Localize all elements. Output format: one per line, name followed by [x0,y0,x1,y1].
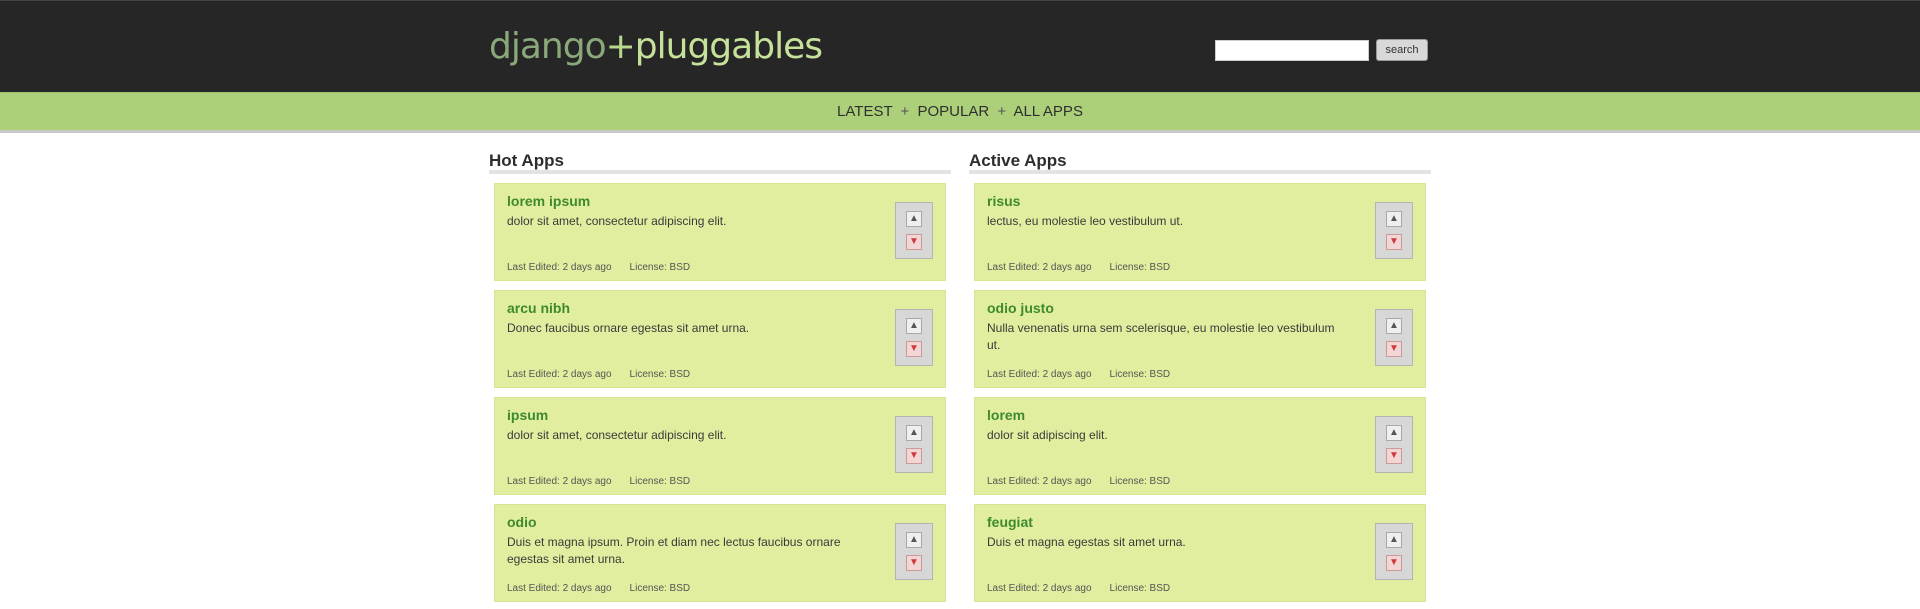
vote-up-icon[interactable]: ▲ [1386,425,1402,441]
app-title-link[interactable]: ipsum [507,407,548,423]
app-description: dolor sit amet, consectetur adipiscing e… [507,214,727,228]
vote-box: ▲ ▼ [1375,416,1413,473]
app-description: Duis et magna ipsum. Proin et diam nec l… [507,535,841,566]
app-card: odio Duis et magna ipsum. Proin et diam n… [494,504,946,602]
license: License: BSD [1109,262,1171,273]
app-title-link[interactable]: odio justo [987,300,1054,316]
app-card: feugiat Duis et magna egestas sit amet ur… [974,504,1426,602]
app-card: ipsum dolor sit amet, consectetur adipisc… [494,397,946,495]
license: License: BSD [629,369,691,380]
app-card: lorem dolor sit adipiscing elit. Last Edit… [974,397,1426,495]
vote-up-icon[interactable]: ▲ [1386,211,1402,227]
site-header: django+pluggables search [0,0,1920,92]
vote-up-icon[interactable]: ▲ [906,211,922,227]
vote-down-icon[interactable]: ▼ [1386,448,1402,464]
license: License: BSD [1109,476,1171,487]
last-edited: Last Edited: 2 days ago [507,476,612,487]
license: License: BSD [1109,583,1171,594]
hot-apps-list: lorem ipsum dolor sit amet, consectetur a… [489,183,951,602]
active-apps-list: risus lectus, eu molestie leo vestibulum … [969,183,1431,602]
vote-box: ▲ ▼ [1375,523,1413,580]
nav-latest[interactable]: LATEST [837,103,892,120]
app-meta: Last Edited: 2 days ago License: BSD [507,583,690,594]
last-edited: Last Edited: 2 days ago [507,583,612,594]
license: License: BSD [1109,369,1171,380]
vote-box: ▲ ▼ [895,202,933,259]
main-nav: LATEST + POPULAR + ALL APPS [0,92,1920,133]
app-title-link[interactable]: feugiat [987,514,1033,530]
app-card: lorem ipsum dolor sit amet, consectetur a… [494,183,946,281]
vote-box: ▲ ▼ [1375,202,1413,259]
vote-up-icon[interactable]: ▲ [1386,532,1402,548]
vote-up-icon[interactable]: ▲ [906,318,922,334]
app-description: lectus, eu molestie leo vestibulum ut. [987,214,1184,228]
app-description: Duis et magna egestas sit amet urna. [987,535,1186,549]
app-meta: Last Edited: 2 days ago License: BSD [987,369,1170,380]
last-edited: Last Edited: 2 days ago [507,369,612,380]
vote-box: ▲ ▼ [895,416,933,473]
search-input[interactable] [1215,40,1369,61]
active-apps-heading: Active Apps [969,148,1431,174]
search-button[interactable]: search [1376,39,1428,61]
last-edited: Last Edited: 2 days ago [987,476,1092,487]
vote-up-icon[interactable]: ▲ [906,532,922,548]
license: License: BSD [629,583,691,594]
license: License: BSD [629,476,691,487]
logo-plus: + [605,26,636,67]
vote-down-icon[interactable]: ▼ [906,234,922,250]
app-description: dolor sit adipiscing elit. [987,428,1108,442]
vote-down-icon[interactable]: ▼ [1386,555,1402,571]
nav-popular[interactable]: POPULAR [917,103,989,120]
app-meta: Last Edited: 2 days ago License: BSD [987,476,1170,487]
vote-up-icon[interactable]: ▲ [1386,318,1402,334]
vote-down-icon[interactable]: ▼ [1386,341,1402,357]
license: License: BSD [629,262,691,273]
vote-down-icon[interactable]: ▼ [906,448,922,464]
vote-down-icon[interactable]: ▼ [906,341,922,357]
nav-separator: + [997,103,1007,120]
vote-box: ▲ ▼ [895,309,933,366]
app-description: dolor sit amet, consectetur adipiscing e… [507,428,727,442]
app-card: arcu nibh Donec faucibus ornare egestas s… [494,290,946,388]
app-meta: Last Edited: 2 days ago License: BSD [507,262,690,273]
app-description: Donec faucibus ornare egestas sit amet u… [507,321,750,335]
last-edited: Last Edited: 2 days ago [507,262,612,273]
app-meta: Last Edited: 2 days ago License: BSD [987,583,1170,594]
last-edited: Last Edited: 2 days ago [987,369,1092,380]
app-card: risus lectus, eu molestie leo vestibulum … [974,183,1426,281]
app-meta: Last Edited: 2 days ago License: BSD [987,262,1170,273]
nav-all-apps[interactable]: ALL APPS [1013,103,1083,120]
app-meta: Last Edited: 2 days ago License: BSD [507,369,690,380]
last-edited: Last Edited: 2 days ago [987,583,1092,594]
hot-apps-heading: Hot Apps [489,148,951,174]
last-edited: Last Edited: 2 days ago [987,262,1092,273]
vote-box: ▲ ▼ [895,523,933,580]
app-title-link[interactable]: odio [507,514,537,530]
nav-separator: + [900,103,910,120]
vote-down-icon[interactable]: ▼ [906,555,922,571]
app-title-link[interactable]: risus [987,193,1020,209]
vote-down-icon[interactable]: ▼ [1386,234,1402,250]
hot-apps-column: Hot Apps lorem ipsum dolor sit amet, cons… [489,148,951,602]
vote-up-icon[interactable]: ▲ [906,425,922,441]
logo-django: django [489,26,607,67]
app-title-link[interactable]: arcu nibh [507,300,570,316]
logo-pluggables: pluggables [634,26,823,67]
site-logo[interactable]: django+pluggables [489,26,823,67]
app-description: Nulla venenatis urna sem scelerisque, eu… [987,321,1335,352]
app-title-link[interactable]: lorem [987,407,1025,423]
vote-box: ▲ ▼ [1375,309,1413,366]
app-title-link[interactable]: lorem ipsum [507,193,590,209]
app-meta: Last Edited: 2 days ago License: BSD [507,476,690,487]
active-apps-column: Active Apps risus lectus, eu molestie leo… [969,148,1431,602]
app-card: odio justo Nulla venenatis urna sem scele… [974,290,1426,388]
